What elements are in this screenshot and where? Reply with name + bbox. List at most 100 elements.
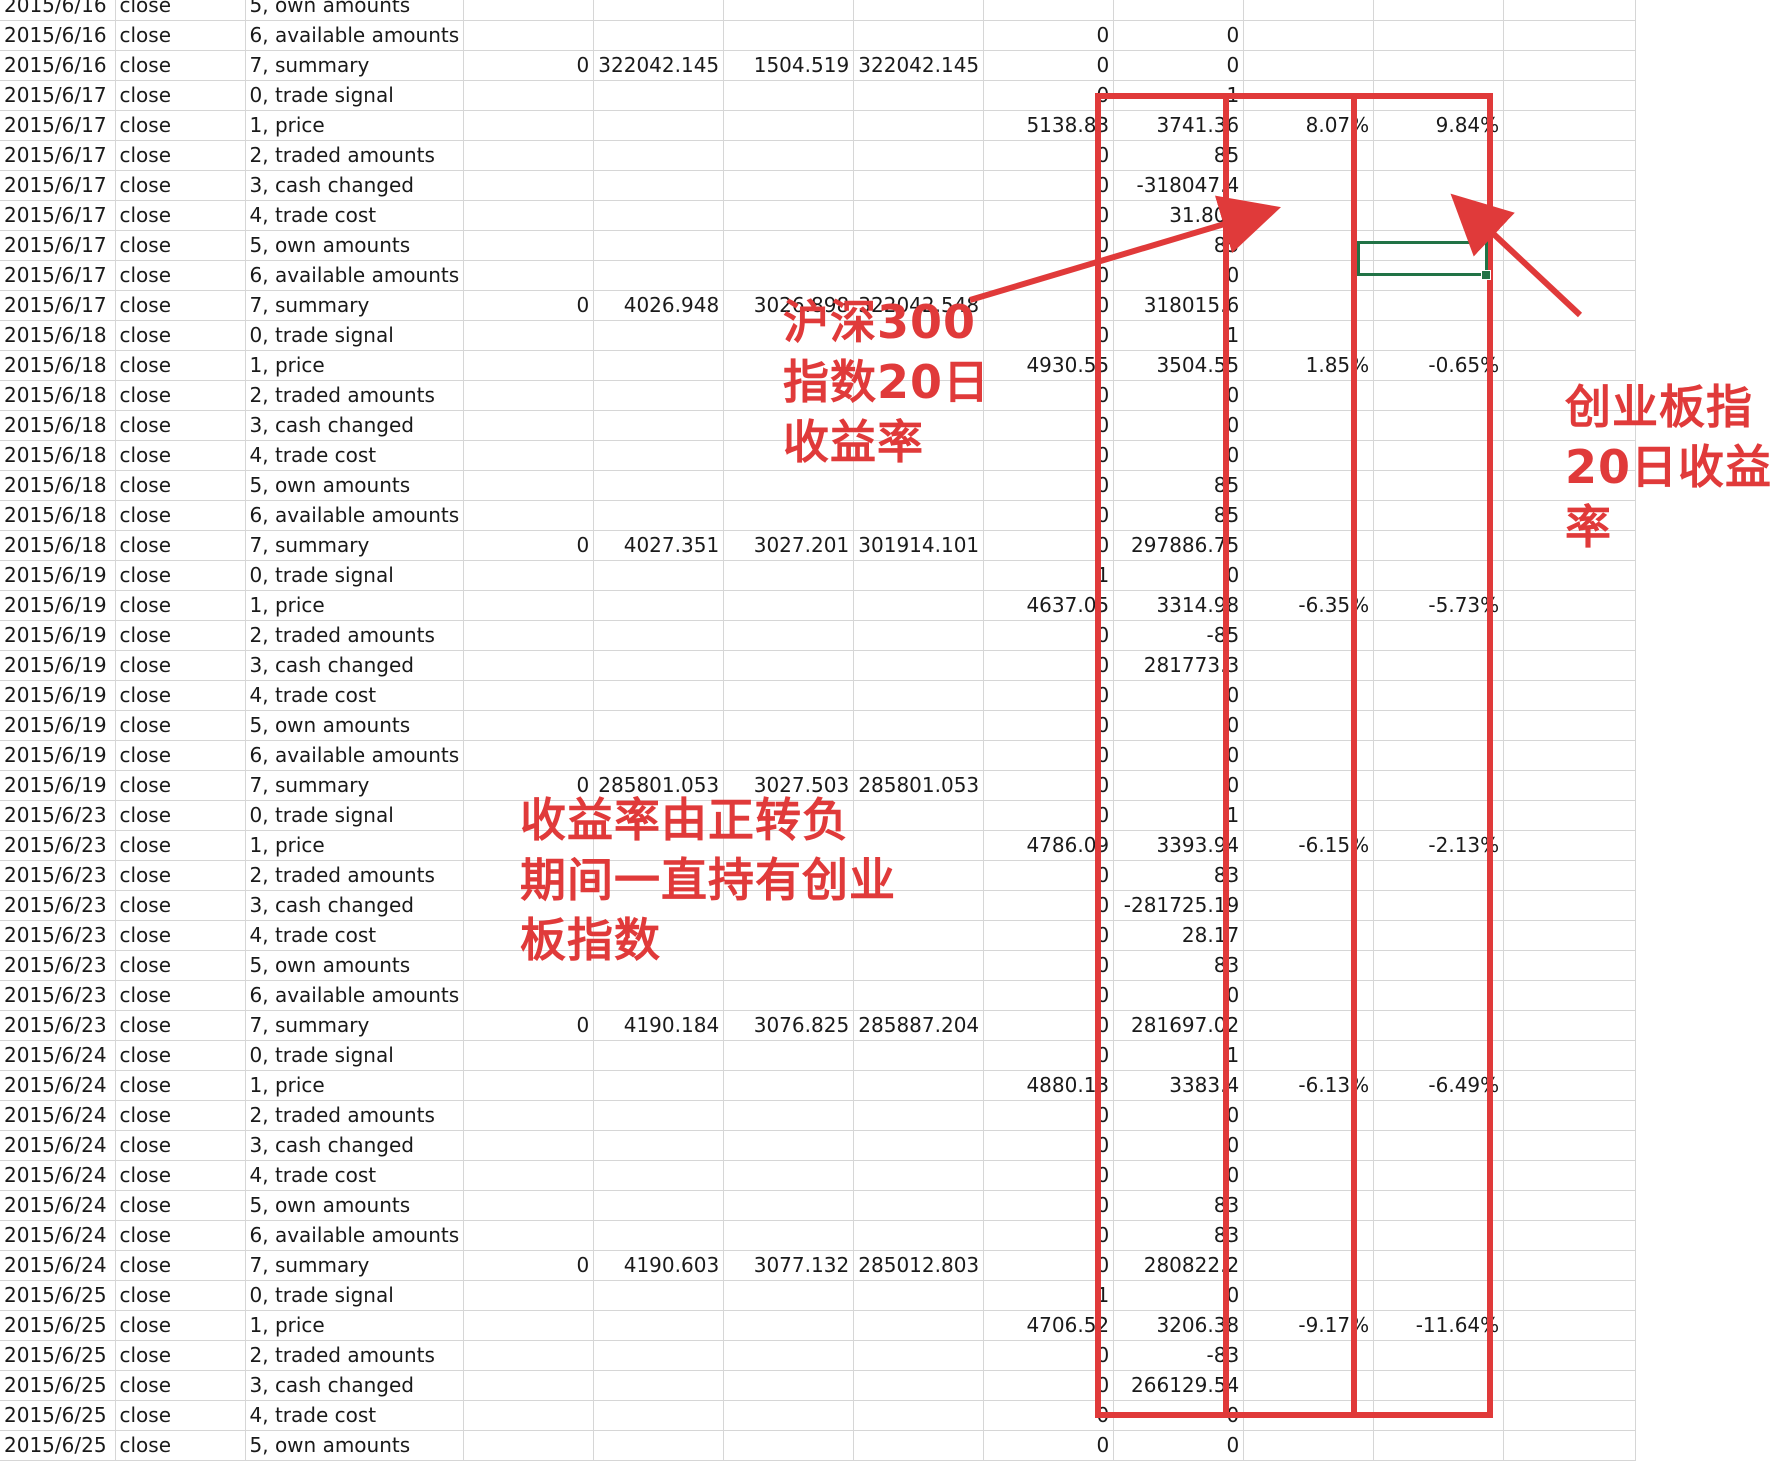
cell[interactable]: 2, traded amounts — [245, 140, 465, 171]
cell[interactable] — [853, 1340, 985, 1371]
cell[interactable] — [463, 1130, 595, 1161]
cell[interactable]: close — [115, 170, 246, 201]
cell[interactable] — [1243, 50, 1375, 81]
cell[interactable] — [853, 1040, 985, 1071]
cell[interactable] — [463, 560, 595, 591]
cell[interactable] — [463, 440, 595, 471]
cell[interactable] — [723, 140, 855, 171]
cell[interactable] — [463, 1310, 595, 1341]
cell[interactable]: 2015/6/19 — [0, 650, 116, 681]
cell[interactable] — [593, 1430, 725, 1461]
cell[interactable]: 2015/6/18 — [0, 350, 116, 381]
cell[interactable] — [853, 1370, 985, 1401]
cell[interactable] — [1503, 560, 1637, 591]
cell[interactable]: 322042.145 — [853, 50, 985, 81]
cell[interactable] — [593, 680, 725, 711]
cell[interactable]: 301914.101 — [853, 530, 985, 561]
cell[interactable]: close — [115, 1070, 246, 1101]
cell[interactable] — [593, 1220, 725, 1251]
cell[interactable]: 4, trade cost — [245, 200, 465, 231]
cell[interactable]: 5, own amounts — [245, 710, 465, 741]
cell[interactable] — [853, 1280, 985, 1311]
cell[interactable]: close — [115, 1010, 246, 1041]
cell[interactable] — [1503, 290, 1637, 321]
cell[interactable]: 4, trade cost — [245, 1160, 465, 1191]
cell[interactable] — [723, 1100, 855, 1131]
cell[interactable] — [463, 350, 595, 381]
cell[interactable]: 1504.519 — [723, 50, 855, 81]
cell[interactable]: 2015/6/17 — [0, 230, 116, 261]
cell[interactable]: 2015/6/17 — [0, 140, 116, 171]
cell[interactable]: close — [115, 140, 246, 171]
cell[interactable] — [593, 1190, 725, 1221]
cell[interactable] — [593, 1160, 725, 1191]
cell[interactable]: close — [115, 650, 246, 681]
cell[interactable]: 2015/6/19 — [0, 620, 116, 651]
cell[interactable]: 3, cash changed — [245, 410, 465, 441]
cell[interactable]: close — [115, 320, 246, 351]
cell[interactable] — [593, 230, 725, 261]
cell[interactable] — [1503, 1040, 1637, 1071]
cell[interactable]: 0 — [463, 290, 595, 321]
cell[interactable] — [723, 170, 855, 201]
cell[interactable]: close — [115, 770, 246, 801]
cell[interactable] — [463, 1040, 595, 1071]
cell[interactable] — [1503, 620, 1637, 651]
cell[interactable]: 6, available amounts — [245, 1220, 465, 1251]
cell[interactable] — [1503, 650, 1637, 681]
cell[interactable]: 3, cash changed — [245, 170, 465, 201]
cell[interactable] — [723, 680, 855, 711]
selected-cell[interactable] — [1357, 241, 1488, 276]
cell[interactable]: 2, traded amounts — [245, 860, 465, 891]
cell[interactable]: close — [115, 560, 246, 591]
cell[interactable]: 2015/6/24 — [0, 1220, 116, 1251]
cell[interactable] — [1503, 950, 1637, 981]
cell[interactable] — [463, 1190, 595, 1221]
cell[interactable]: close — [115, 530, 246, 561]
cell[interactable] — [853, 740, 985, 771]
cell[interactable] — [1503, 830, 1637, 861]
cell[interactable] — [853, 260, 985, 291]
cell[interactable]: 5, own amounts — [245, 1190, 465, 1221]
cell[interactable] — [723, 230, 855, 261]
fill-handle[interactable] — [1481, 270, 1491, 280]
cell[interactable] — [1243, 20, 1375, 51]
cell[interactable] — [723, 1040, 855, 1071]
cell[interactable] — [1503, 1100, 1637, 1131]
cell[interactable] — [1503, 80, 1637, 111]
cell[interactable] — [463, 1220, 595, 1251]
cell[interactable]: 2015/6/18 — [0, 530, 116, 561]
cell[interactable] — [723, 620, 855, 651]
cell[interactable] — [853, 1430, 985, 1461]
cell[interactable] — [593, 1040, 725, 1071]
cell[interactable]: 2015/6/18 — [0, 440, 116, 471]
cell[interactable] — [1503, 590, 1637, 621]
cell[interactable] — [853, 1190, 985, 1221]
cell[interactable] — [853, 1130, 985, 1161]
cell[interactable] — [723, 980, 855, 1011]
cell[interactable] — [853, 710, 985, 741]
cell[interactable]: 4, trade cost — [245, 680, 465, 711]
cell[interactable] — [463, 470, 595, 501]
cell[interactable]: 0 — [463, 1250, 595, 1281]
cell[interactable]: 0, trade signal — [245, 1040, 465, 1071]
cell[interactable] — [463, 200, 595, 231]
cell[interactable] — [1113, 0, 1245, 21]
cell[interactable]: 2015/6/18 — [0, 500, 116, 531]
cell[interactable]: 0 — [983, 50, 1115, 81]
cell[interactable] — [463, 980, 595, 1011]
cell[interactable] — [463, 1400, 595, 1431]
cell[interactable]: 2015/6/23 — [0, 860, 116, 891]
cell[interactable] — [1373, 20, 1505, 51]
cell[interactable] — [593, 650, 725, 681]
cell[interactable]: 2015/6/23 — [0, 950, 116, 981]
cell[interactable] — [1503, 740, 1637, 771]
cell[interactable] — [463, 620, 595, 651]
cell[interactable] — [593, 260, 725, 291]
cell[interactable]: close — [115, 500, 246, 531]
cell[interactable] — [1503, 860, 1637, 891]
cell[interactable]: 1, price — [245, 1310, 465, 1341]
cell[interactable]: 2015/6/19 — [0, 560, 116, 591]
cell[interactable]: close — [115, 1370, 246, 1401]
cell[interactable] — [463, 320, 595, 351]
